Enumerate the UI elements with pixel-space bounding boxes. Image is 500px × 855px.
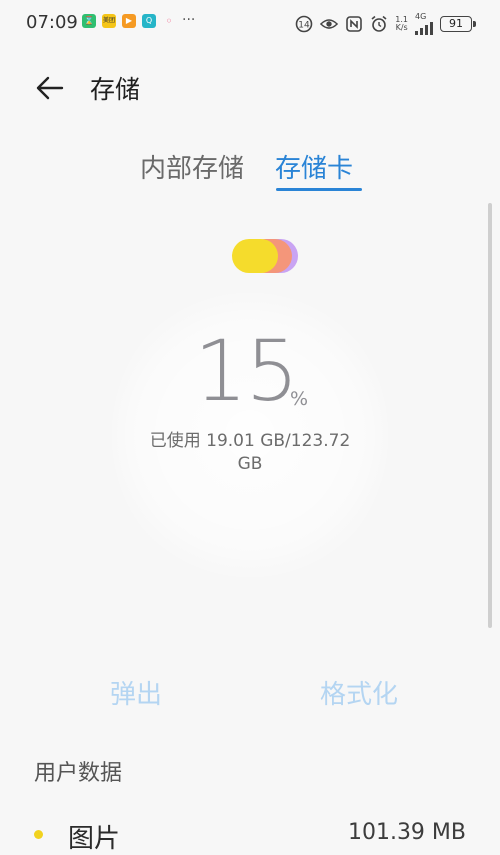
meituan-app-icon: 美团 (102, 14, 116, 28)
status-time: 07:09 (26, 12, 78, 33)
usage-percent: 15 (194, 322, 299, 420)
svg-text:14: 14 (299, 21, 311, 31)
images-color-dot (34, 830, 43, 839)
format-button[interactable]: 格式化 (320, 674, 398, 711)
network-speed: 1.1 K/s (395, 15, 408, 32)
search-app-icon: Q (142, 14, 156, 28)
storage-page: 07:09 ⌛ 美团 ▶ Q ◦ ··· 14 1.1 K/s 4G 91 存储… (0, 0, 500, 855)
blob-yellow (232, 239, 278, 273)
status-bar: 07:09 ⌛ 美团 ▶ Q ◦ ··· 14 1.1 K/s 4G 91 (0, 0, 500, 46)
storage-category-blob-icon (232, 236, 300, 276)
list-item-images-label[interactable]: 图片 (68, 818, 120, 855)
system-icons: 14 1.1 K/s 4G 91 (295, 13, 476, 35)
eye-comfort-icon (320, 19, 339, 29)
more-notifications-icon: ··· (182, 12, 196, 28)
usage-summary: 已使用 19.01 GB/123.72 GB (149, 431, 351, 474)
play-app-icon: ▶ (122, 14, 136, 28)
pink-app-icon: ◦ (165, 14, 173, 28)
tab-internal-storage[interactable]: 内部存储 (140, 148, 244, 185)
page-title: 存储 (90, 75, 141, 104)
signal-bars-icon (415, 21, 433, 35)
back-arrow-icon[interactable] (32, 70, 68, 106)
active-tab-indicator (276, 188, 362, 191)
nfc-icon (346, 16, 363, 32)
tab-sd-card[interactable]: 存储卡 (275, 148, 353, 185)
battery-icon: 91 (440, 16, 476, 32)
data-saver-icon: 14 (295, 15, 313, 33)
scrollbar[interactable] (488, 203, 492, 628)
hourglass-app-icon: ⌛ (82, 14, 96, 28)
eject-button[interactable]: 弹出 (110, 674, 162, 711)
notification-icons: ⌛ 美团 ▶ Q ◦ ··· (82, 12, 196, 28)
list-item-images-size: 101.39 MB (347, 820, 466, 845)
cellular-signal: 4G (415, 13, 433, 35)
alarm-icon (371, 15, 387, 32)
percent-sign: % (290, 388, 309, 410)
section-title-user-data: 用户数据 (34, 761, 123, 786)
